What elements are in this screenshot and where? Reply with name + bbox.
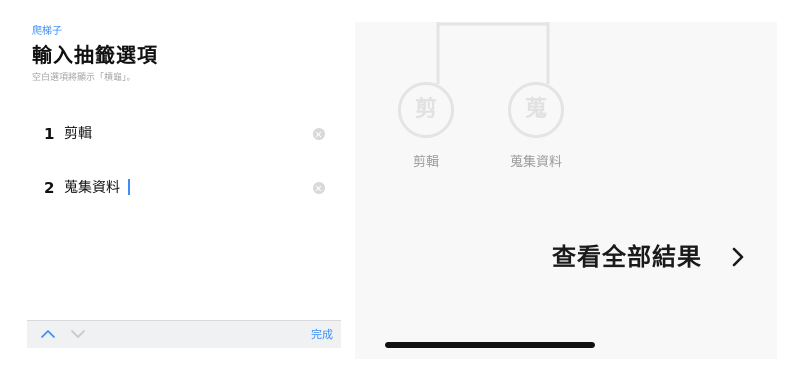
clear-option-2-button[interactable] — [313, 182, 325, 194]
node-char: 蒐 — [524, 97, 547, 122]
chevron-right-icon[interactable] — [731, 246, 745, 268]
home-indicator — [385, 342, 595, 348]
option-field-2[interactable] — [64, 176, 294, 200]
choice-node-2[interactable]: 蒐 — [508, 82, 564, 138]
node-label-2: 蒐集資料 — [509, 155, 562, 170]
node-char: 剪 — [414, 97, 437, 122]
ladder-lines — [436, 22, 550, 84]
screenshot-stage: 爬梯子 輸入抽籤選項 空白選項將顯示「槓龜」。 1 2 完成 — [0, 0, 800, 367]
clear-option-1-button[interactable] — [313, 128, 325, 140]
text-caret — [128, 179, 130, 195]
done-button[interactable]: 完成 — [311, 327, 333, 343]
option-row-2: 2 — [27, 173, 341, 203]
keyboard-toolbar: 完成 — [27, 320, 341, 348]
choice-node-1[interactable]: 剪 — [398, 82, 454, 138]
page-hint: 空白選項將顯示「槓龜」。 — [32, 73, 136, 83]
view-all-results-button[interactable]: 查看全部結果 — [552, 240, 702, 274]
chevron-up-icon[interactable] — [41, 329, 55, 339]
node-label-1: 剪輯 — [412, 155, 439, 170]
app-name: 爬梯子 — [32, 26, 62, 37]
chevron-down-icon[interactable] — [71, 329, 85, 339]
ladder-result-screen: 剪 蒐 剪輯 蒐集資料 查看全部結果 — [355, 22, 777, 359]
option-field-1[interactable] — [64, 122, 294, 146]
option-row-1: 1 — [27, 119, 341, 149]
page-title: 輸入抽籤選項 — [32, 43, 158, 67]
option-input-screen: 爬梯子 輸入抽籤選項 空白選項將顯示「槓龜」。 1 2 完成 — [27, 22, 341, 348]
option-number: 1 — [44, 125, 55, 143]
option-number: 2 — [44, 179, 55, 197]
